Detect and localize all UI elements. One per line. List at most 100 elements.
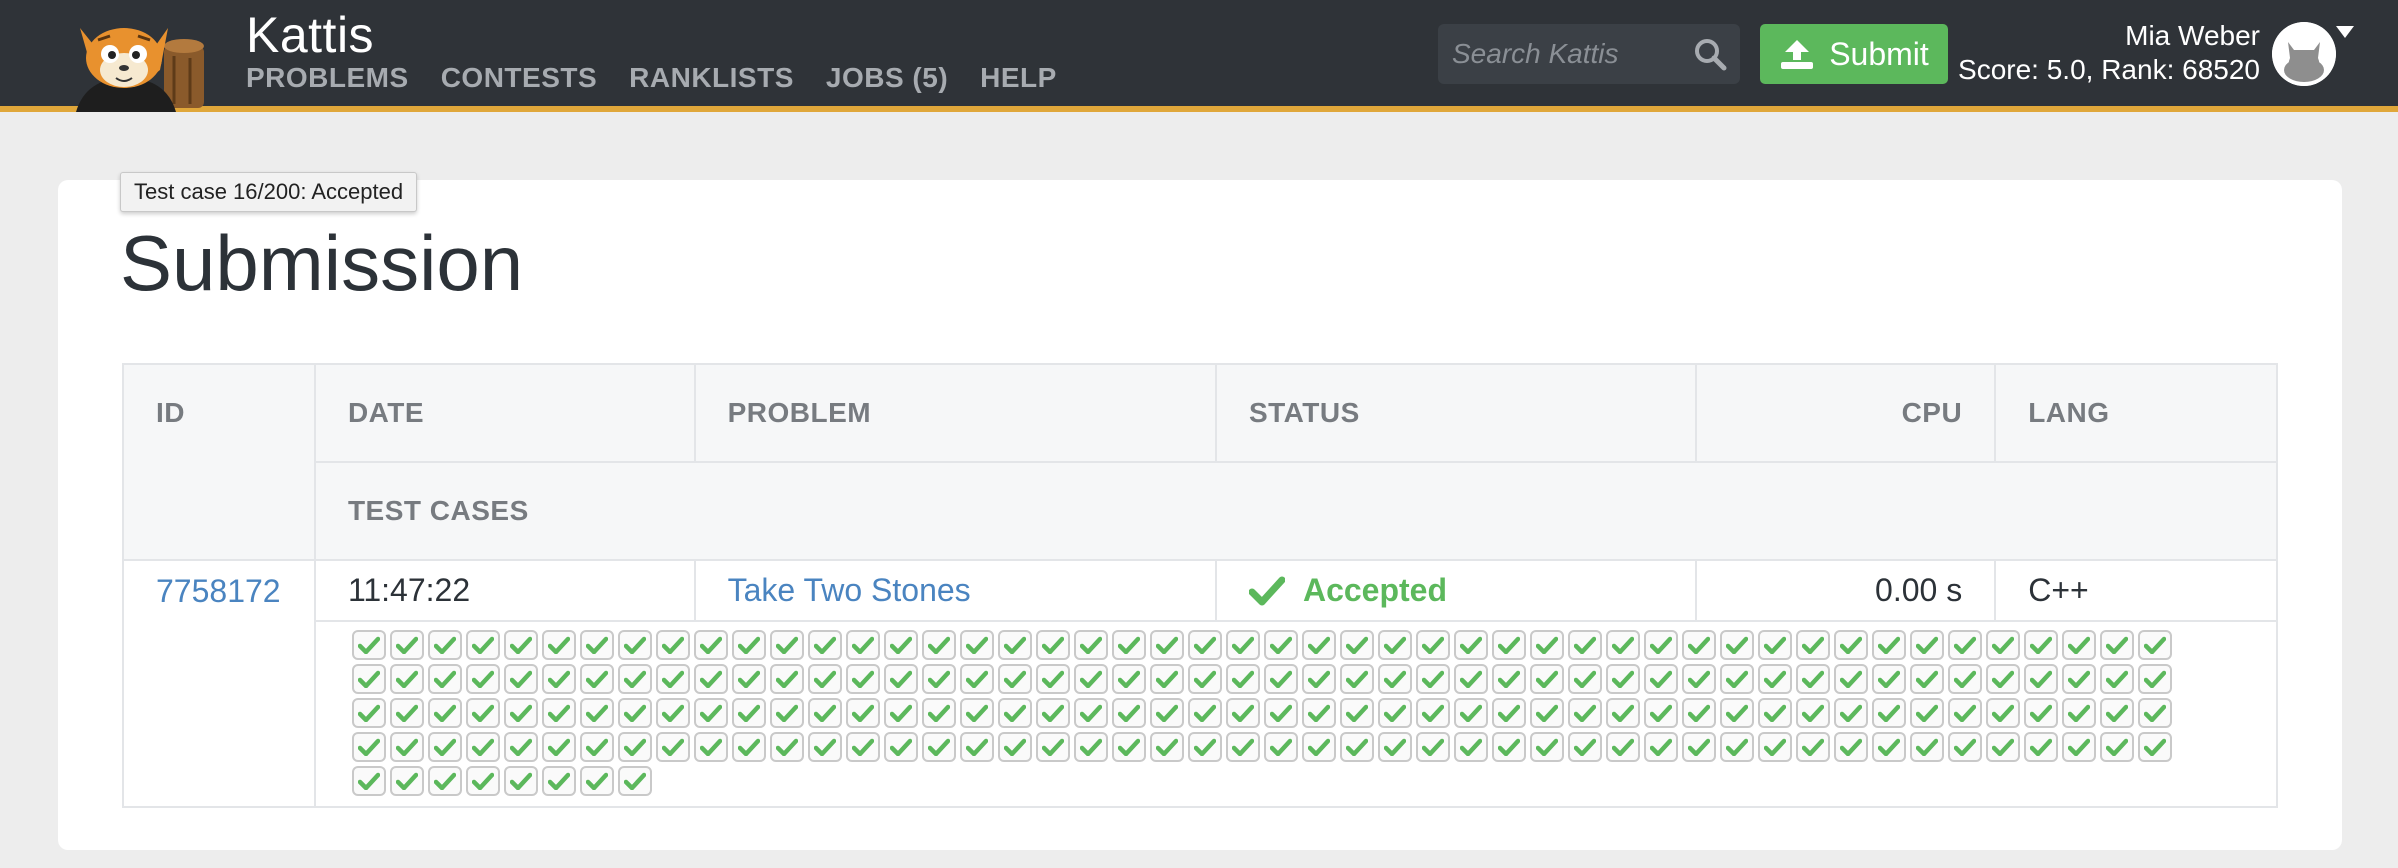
problem-link[interactable]: Take Two Stones — [728, 572, 971, 608]
test-case-box[interactable] — [1149, 630, 1184, 660]
test-case-box[interactable] — [1339, 630, 1374, 660]
test-case-box[interactable] — [769, 630, 804, 660]
test-case-box[interactable] — [731, 732, 766, 762]
test-case-box[interactable] — [1757, 630, 1792, 660]
test-case-box[interactable] — [427, 766, 462, 796]
test-case-box[interactable] — [1377, 698, 1412, 728]
test-case-box[interactable] — [1681, 630, 1716, 660]
test-case-box[interactable] — [1073, 630, 1108, 660]
test-case-box[interactable] — [769, 664, 804, 694]
test-case-box[interactable] — [1301, 698, 1336, 728]
test-case-box[interactable] — [1035, 664, 1070, 694]
test-case-box[interactable] — [465, 766, 500, 796]
test-case-box[interactable] — [1833, 732, 1868, 762]
test-case-box[interactable] — [1225, 698, 1260, 728]
test-case-box[interactable] — [1567, 630, 1602, 660]
test-case-box[interactable] — [1719, 732, 1754, 762]
test-case-box[interactable] — [1909, 732, 1944, 762]
test-case-box[interactable] — [1643, 630, 1678, 660]
test-case-box[interactable] — [1871, 630, 1906, 660]
search-input[interactable] — [1452, 34, 1682, 74]
test-case-box[interactable] — [1263, 732, 1298, 762]
test-case-box[interactable] — [2061, 732, 2096, 762]
test-case-box[interactable] — [1073, 698, 1108, 728]
test-case-box[interactable] — [1795, 698, 1830, 728]
test-case-box[interactable] — [1643, 664, 1678, 694]
test-case-box[interactable] — [351, 698, 386, 728]
test-case-box[interactable] — [883, 698, 918, 728]
nav-ranklists[interactable]: RANKLISTS — [629, 62, 794, 94]
test-case-box[interactable] — [1491, 698, 1526, 728]
test-case-box[interactable] — [2099, 698, 2134, 728]
test-case-box[interactable] — [389, 664, 424, 694]
test-case-box[interactable] — [427, 664, 462, 694]
test-case-box[interactable] — [1111, 698, 1146, 728]
test-case-box[interactable] — [617, 766, 652, 796]
test-case-box[interactable] — [883, 664, 918, 694]
test-case-box[interactable] — [1947, 630, 1982, 660]
test-case-box[interactable] — [2061, 664, 2096, 694]
test-case-box[interactable] — [1491, 630, 1526, 660]
test-case-box[interactable] — [465, 630, 500, 660]
test-case-box[interactable] — [997, 664, 1032, 694]
test-case-box[interactable] — [1035, 732, 1070, 762]
test-case-box[interactable] — [1605, 664, 1640, 694]
test-case-box[interactable] — [1453, 664, 1488, 694]
test-case-box[interactable] — [731, 630, 766, 660]
test-case-box[interactable] — [427, 630, 462, 660]
test-case-box[interactable] — [1947, 664, 1982, 694]
test-case-box[interactable] — [541, 766, 576, 796]
test-case-box[interactable] — [731, 698, 766, 728]
nav-contests[interactable]: CONTESTS — [441, 62, 597, 94]
test-case-box[interactable] — [655, 664, 690, 694]
test-case-box[interactable] — [1529, 732, 1564, 762]
test-case-box[interactable] — [1795, 732, 1830, 762]
test-case-box[interactable] — [1301, 630, 1336, 660]
test-case-box[interactable] — [465, 664, 500, 694]
test-case-box[interactable] — [959, 630, 994, 660]
test-case-box[interactable] — [2023, 698, 2058, 728]
test-case-box[interactable] — [883, 630, 918, 660]
test-case-box[interactable] — [845, 732, 880, 762]
test-case-box[interactable] — [1187, 732, 1222, 762]
test-case-box[interactable] — [1947, 732, 1982, 762]
test-case-box[interactable] — [579, 766, 614, 796]
test-case-box[interactable] — [617, 732, 652, 762]
test-case-box[interactable] — [1719, 698, 1754, 728]
test-case-box[interactable] — [579, 732, 614, 762]
test-case-box[interactable] — [1339, 732, 1374, 762]
test-case-box[interactable] — [1985, 630, 2020, 660]
test-case-box[interactable] — [1795, 664, 1830, 694]
test-case-box[interactable] — [2137, 630, 2172, 660]
test-case-box[interactable] — [845, 630, 880, 660]
test-case-box[interactable] — [1757, 664, 1792, 694]
test-case-box[interactable] — [1491, 664, 1526, 694]
test-case-box[interactable] — [1567, 664, 1602, 694]
test-case-box[interactable] — [807, 732, 842, 762]
test-case-box[interactable] — [1339, 664, 1374, 694]
test-case-box[interactable] — [541, 732, 576, 762]
test-case-box[interactable] — [1757, 698, 1792, 728]
test-case-box[interactable] — [617, 698, 652, 728]
test-case-box[interactable] — [1871, 698, 1906, 728]
test-case-box[interactable] — [1187, 664, 1222, 694]
test-case-box[interactable] — [769, 698, 804, 728]
test-case-box[interactable] — [731, 664, 766, 694]
test-case-box[interactable] — [845, 698, 880, 728]
test-case-box[interactable] — [769, 732, 804, 762]
test-case-box[interactable] — [921, 630, 956, 660]
test-case-box[interactable] — [1301, 664, 1336, 694]
test-case-box[interactable] — [1263, 698, 1298, 728]
nav-help[interactable]: HELP — [980, 62, 1057, 94]
test-case-box[interactable] — [1377, 664, 1412, 694]
test-case-box[interactable] — [1263, 630, 1298, 660]
test-case-box[interactable] — [807, 698, 842, 728]
test-case-box[interactable] — [997, 698, 1032, 728]
test-case-box[interactable] — [389, 698, 424, 728]
test-case-box[interactable] — [2099, 630, 2134, 660]
test-case-box[interactable] — [1111, 664, 1146, 694]
test-case-box[interactable] — [1453, 698, 1488, 728]
test-case-box[interactable] — [1149, 664, 1184, 694]
test-case-box[interactable] — [1377, 732, 1412, 762]
test-case-box[interactable] — [1529, 698, 1564, 728]
